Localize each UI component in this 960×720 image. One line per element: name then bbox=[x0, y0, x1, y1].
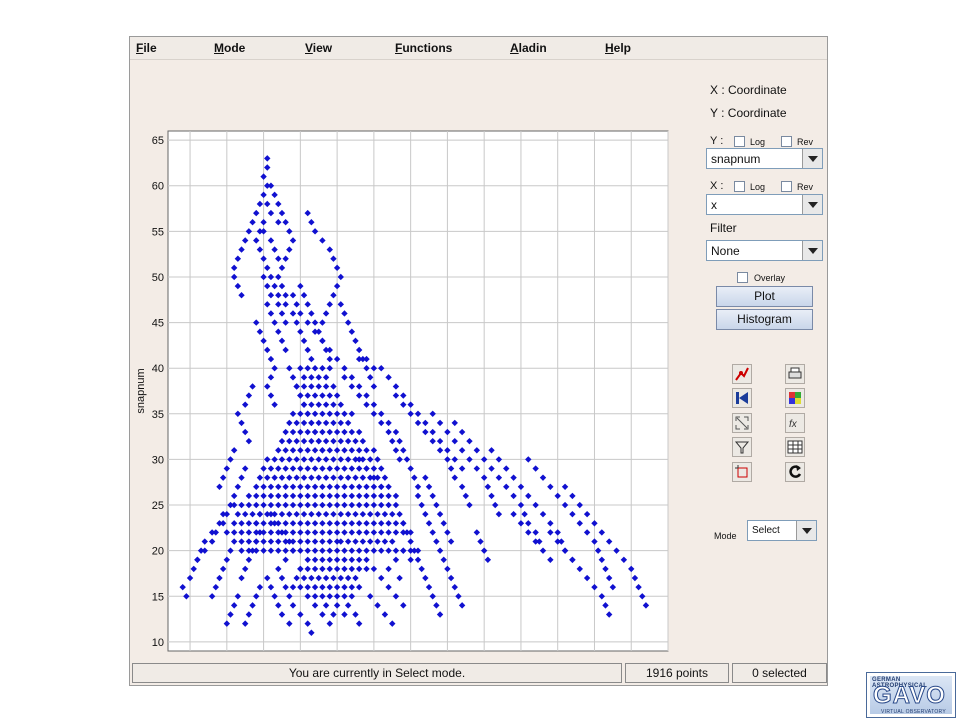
y-tick-label: 40 bbox=[152, 363, 164, 375]
plot-frame bbox=[167, 130, 669, 652]
y-log-label: Log bbox=[750, 137, 766, 147]
logo-bottom-text: VIRTUAL OBSERVATORY bbox=[881, 709, 946, 715]
filter-tool[interactable] bbox=[732, 437, 752, 457]
skip-back-icon bbox=[736, 392, 748, 404]
histogram-button[interactable]: Histogram bbox=[716, 309, 813, 330]
y-axis-label: snapnum bbox=[135, 368, 147, 413]
y-tick-label: 25 bbox=[152, 500, 164, 512]
printer-icon bbox=[788, 367, 802, 379]
menu-file-label: ile bbox=[143, 41, 157, 55]
mode-select[interactable]: Select bbox=[747, 520, 817, 541]
scatter-plot[interactable]: 5.56.06.57.07.58.08.59.09.510.010.511.01… bbox=[134, 67, 679, 682]
x-log-label: Log bbox=[750, 182, 766, 192]
menu-help[interactable]: Help bbox=[605, 41, 631, 55]
overlay-option: Overlay bbox=[737, 271, 817, 285]
filter-label: Filter bbox=[710, 221, 737, 235]
y-rev-checkbox[interactable] bbox=[781, 136, 792, 147]
x-log-checkbox[interactable] bbox=[734, 181, 745, 192]
selected-count: 0 selected bbox=[732, 663, 827, 683]
y-tick-label: 55 bbox=[152, 226, 164, 238]
menu-aladin-mnemonic: A bbox=[510, 41, 519, 55]
y-tick-label: 35 bbox=[152, 409, 164, 421]
palette-icon bbox=[789, 392, 801, 404]
expand-icon bbox=[735, 416, 749, 430]
x-axis-options: X : Log Rev bbox=[710, 180, 830, 194]
app-window: File Mode View Functions Aladin Help 5.5… bbox=[129, 36, 828, 686]
filter-value: None bbox=[711, 244, 740, 258]
menu-functions[interactable]: Functions bbox=[395, 41, 452, 55]
menu-help-label: elp bbox=[613, 41, 632, 55]
logo-main-text: GAVO bbox=[873, 682, 946, 710]
y-coordinate-readout: Y : Coordinate bbox=[710, 106, 787, 120]
plot-button[interactable]: Plot bbox=[716, 286, 813, 307]
y-column-value: snapnum bbox=[711, 152, 761, 166]
menu-view-label: iew bbox=[312, 41, 333, 55]
gavo-logo: GERMAN ASTROPHYSICAL GAVO VIRTUAL OBSERV… bbox=[866, 672, 956, 718]
crop-icon bbox=[735, 465, 748, 478]
x-column-value: x bbox=[711, 198, 717, 212]
chevron-down-icon[interactable] bbox=[802, 149, 822, 168]
menu-mode[interactable]: Mode bbox=[214, 41, 245, 55]
y-tick-label: 65 bbox=[152, 135, 164, 147]
menu-mode-label: ode bbox=[224, 41, 246, 55]
mode-value: Select bbox=[752, 525, 780, 536]
color-tool[interactable] bbox=[785, 388, 805, 408]
svg-text:fx: fx bbox=[789, 419, 798, 430]
select-region-tool[interactable] bbox=[732, 462, 752, 482]
chevron-down-icon[interactable] bbox=[802, 241, 822, 260]
status-bar: You are currently in Select mode. 1916 p… bbox=[132, 663, 827, 683]
menu-aladin[interactable]: Aladin bbox=[510, 41, 547, 55]
y-tick-label: 15 bbox=[152, 591, 164, 603]
x-rev-label: Rev bbox=[797, 182, 814, 192]
filter-select[interactable]: None bbox=[706, 240, 823, 261]
table-tool[interactable] bbox=[785, 437, 805, 457]
chevron-down-icon[interactable] bbox=[796, 521, 816, 540]
menu-help-mnemonic: H bbox=[605, 41, 614, 55]
y-tick-label: 50 bbox=[152, 272, 164, 284]
points-count: 1916 points bbox=[625, 663, 729, 683]
y-tick-label: 30 bbox=[152, 454, 164, 466]
table-icon bbox=[787, 440, 803, 454]
mode-label: Mode bbox=[714, 531, 737, 541]
overlay-checkbox[interactable] bbox=[737, 272, 748, 283]
y-tick-label: 20 bbox=[152, 546, 164, 558]
menu-view-mnemonic: V bbox=[305, 41, 313, 55]
zoom-fit-tool[interactable] bbox=[732, 413, 752, 433]
x-coordinate-readout: X : Coordinate bbox=[710, 83, 787, 97]
y-tick-label: 60 bbox=[152, 181, 164, 193]
x-axis-prefix: X : bbox=[710, 180, 724, 192]
funnel-icon bbox=[734, 441, 750, 454]
y-axis-options: Y : Log Rev bbox=[710, 135, 830, 149]
chevron-down-icon[interactable] bbox=[802, 195, 822, 214]
menu-aladin-label: ladin bbox=[518, 41, 547, 55]
y-tick-label: 45 bbox=[152, 318, 164, 330]
scatter-tool-icon bbox=[735, 367, 749, 381]
scatter-plot-panel[interactable]: 5.56.06.57.07.58.08.59.09.510.010.511.01… bbox=[134, 67, 679, 682]
y-tick-label: 10 bbox=[152, 637, 164, 649]
overlay-label: Overlay bbox=[754, 273, 786, 283]
menu-view[interactable]: View bbox=[305, 41, 332, 55]
print-tool[interactable] bbox=[785, 364, 805, 384]
y-column-select[interactable]: snapnum bbox=[706, 148, 823, 169]
x-rev-checkbox[interactable] bbox=[781, 181, 792, 192]
menu-file[interactable]: File bbox=[136, 41, 157, 55]
function-tool[interactable]: fx bbox=[785, 413, 805, 433]
plot-points-tool[interactable] bbox=[732, 364, 752, 384]
refresh-icon bbox=[789, 465, 802, 478]
status-message: You are currently in Select mode. bbox=[132, 663, 622, 683]
y-log-checkbox[interactable] bbox=[734, 136, 745, 147]
menu-mode-mnemonic: M bbox=[214, 41, 224, 55]
x-column-select[interactable]: x bbox=[706, 194, 823, 215]
function-icon: fx bbox=[789, 419, 798, 430]
refresh-tool[interactable] bbox=[785, 462, 805, 482]
menu-functions-label: unctions bbox=[402, 41, 453, 55]
menu-bar: File Mode View Functions Aladin Help bbox=[130, 37, 827, 60]
y-axis-prefix: Y : bbox=[710, 135, 724, 147]
y-rev-label: Rev bbox=[797, 137, 814, 147]
reset-tool[interactable] bbox=[732, 388, 752, 408]
